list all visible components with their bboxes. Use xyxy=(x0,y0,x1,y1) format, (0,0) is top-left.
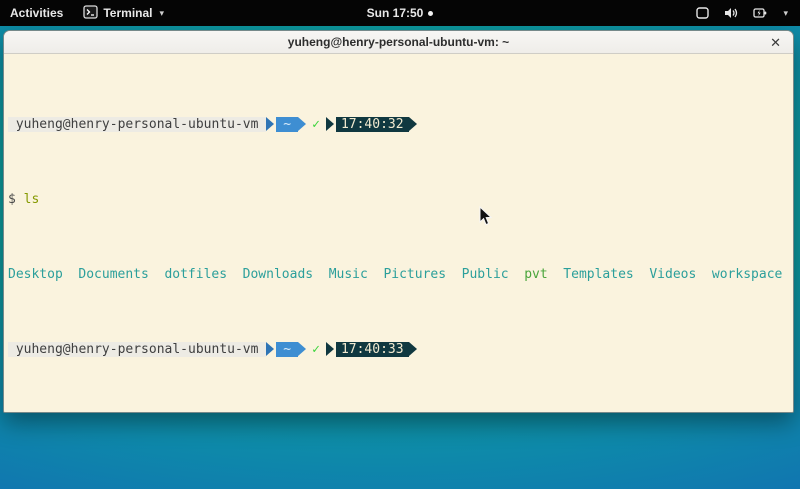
directory-entry: Downloads xyxy=(243,267,313,282)
typed-command: ls xyxy=(24,192,40,207)
display-icon xyxy=(695,6,710,20)
prompt-line: yuheng@henry-personal-ubuntu-vm ~ ✓ 17:4… xyxy=(8,117,417,132)
prompt-directory: ~ xyxy=(276,117,298,132)
directory-entry: dotfiles xyxy=(164,267,227,282)
app-menu-label: Terminal xyxy=(103,6,152,20)
window-title: yuheng@henry-personal-ubuntu-vm: ~ xyxy=(288,35,509,49)
clock-button[interactable]: Sun 17:50 xyxy=(367,6,434,20)
command-line: $ ls xyxy=(8,192,793,207)
prompt-line: yuheng@henry-personal-ubuntu-vm ~ ✓ 17:4… xyxy=(8,342,417,357)
directory-entry: Pictures xyxy=(383,267,446,282)
app-menu-terminal[interactable]: Terminal ▾ xyxy=(73,0,174,26)
screen: Activities Terminal ▾ Sun 17:50 xyxy=(0,0,800,489)
prompt-symbol: $ xyxy=(8,192,24,207)
status-check-icon: ✓ xyxy=(306,117,326,132)
chevron-down-icon: ▾ xyxy=(159,8,164,19)
powerline-arrow-icon xyxy=(298,342,306,356)
activities-button[interactable]: Activities xyxy=(0,0,73,26)
powerline-arrow-icon xyxy=(266,117,274,131)
prompt-timestamp: 17:40:32 xyxy=(336,117,409,132)
powerline-arrow-icon xyxy=(326,342,334,356)
terminal-titlebar[interactable]: yuheng@henry-personal-ubuntu-vm: ~ ✕ xyxy=(4,31,793,54)
directory-entry: Documents xyxy=(78,267,148,282)
ls-output-row: Desktop Documents dotfiles Downloads Music Pi… xyxy=(8,267,793,282)
terminal-content[interactable]: yuheng@henry-personal-ubuntu-vm ~ ✓ 17:4… xyxy=(4,54,793,412)
system-status-menu[interactable]: ▾ xyxy=(683,0,800,26)
gnome-top-bar: Activities Terminal ▾ Sun 17:50 xyxy=(0,0,800,26)
battery-charging-icon xyxy=(752,6,768,20)
volume-icon xyxy=(723,6,739,20)
notification-dot-icon xyxy=(428,11,433,16)
powerline-arrow-icon xyxy=(298,117,306,131)
directory-entry: Videos xyxy=(649,267,696,282)
activities-label: Activities xyxy=(10,6,63,20)
terminal-window: yuheng@henry-personal-ubuntu-vm: ~ ✕ yuh… xyxy=(3,30,794,413)
directory-entry: workspace xyxy=(712,267,782,282)
chevron-down-icon: ▾ xyxy=(783,8,788,19)
status-check-icon: ✓ xyxy=(306,342,326,357)
prompt-user-host: yuheng@henry-personal-ubuntu-vm xyxy=(8,342,266,357)
clock-label: Sun 17:50 xyxy=(367,6,424,20)
directory-entry: Templates xyxy=(563,267,633,282)
powerline-arrow-icon xyxy=(409,117,417,131)
powerline-arrow-icon xyxy=(326,117,334,131)
powerline-arrow-icon xyxy=(409,342,417,356)
directory-entry: Music xyxy=(329,267,368,282)
powerline-arrow-icon xyxy=(266,342,274,356)
directory-entry: Desktop xyxy=(8,267,63,282)
terminal-app-icon xyxy=(83,5,98,22)
prompt-user-host: yuheng@henry-personal-ubuntu-vm xyxy=(8,117,266,132)
close-icon[interactable]: ✕ xyxy=(770,33,781,52)
file-entry: pvt xyxy=(524,267,547,282)
prompt-timestamp: 17:40:33 xyxy=(336,342,409,357)
directory-entry: Public xyxy=(462,267,509,282)
prompt-directory: ~ xyxy=(276,342,298,357)
